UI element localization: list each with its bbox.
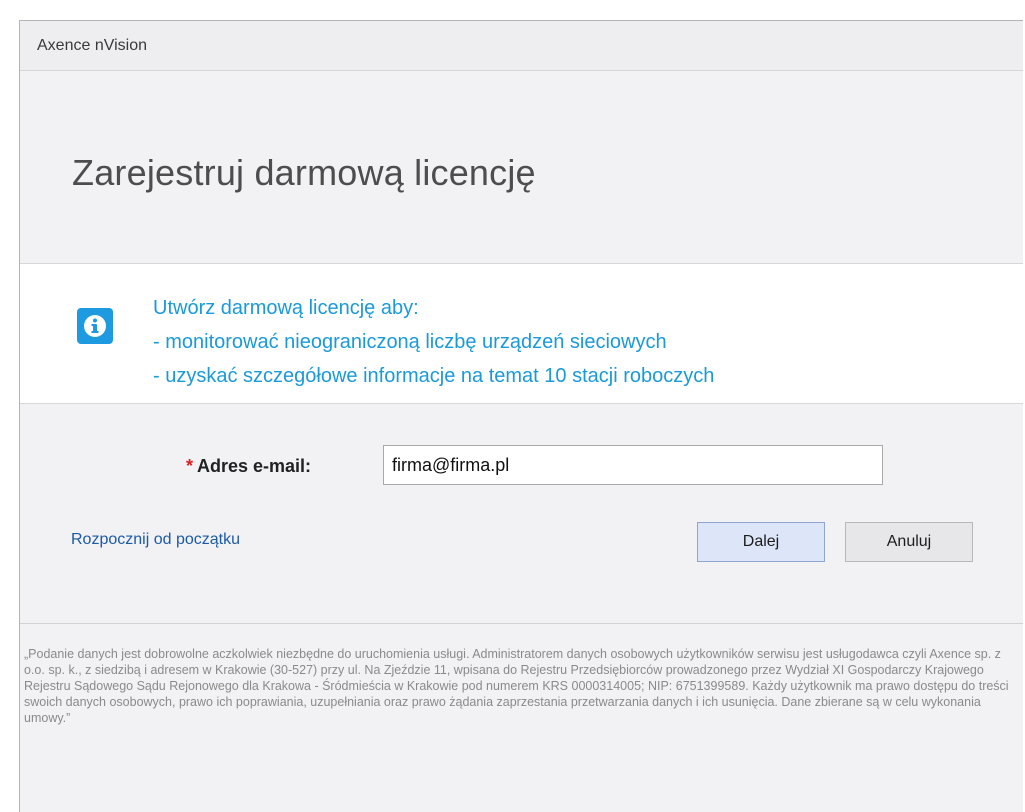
email-label: * Adres e-mail: [186,456,311,477]
dialog-header: Zarejestruj darmową licencję [20,71,1023,264]
next-button[interactable]: Dalej [697,522,825,562]
form-area: *Adres e-mail: Rozpocznij od początku Da… [20,404,1023,624]
window-title: Axence nVision [37,36,147,54]
email-field[interactable] [383,445,883,485]
info-line-intro: Utwórz darmową licencję aby: [153,297,419,319]
info-line-monitor: - monitorować nieograniczoną liczbę urzą… [153,331,667,353]
info-line-workstations: - uzyskać szczegółowe informacje na tema… [153,365,715,387]
registration-dialog: Axence nVision Zarejestruj darmową licen… [19,20,1023,812]
required-marker: * [186,456,194,476]
privacy-footer: „Podanie danych jest dobrowolne aczkolwi… [20,624,1023,726]
restart-link[interactable]: Rozpocznij od początku [71,531,240,549]
privacy-disclaimer: „Podanie danych jest dobrowolne aczkolwi… [24,647,1009,725]
info-text: Utwórz darmową licencję aby: - monitorow… [153,291,714,393]
email-label-text: Adres e-mail: [197,456,312,476]
page-title: Zarejestruj darmową licencję [72,152,536,193]
info-icon [77,308,113,344]
cancel-button[interactable]: Anuluj [845,522,973,562]
title-bar: Axence nVision [20,21,1023,71]
info-panel: Utwórz darmową licencję aby: - monitorow… [20,264,1023,404]
